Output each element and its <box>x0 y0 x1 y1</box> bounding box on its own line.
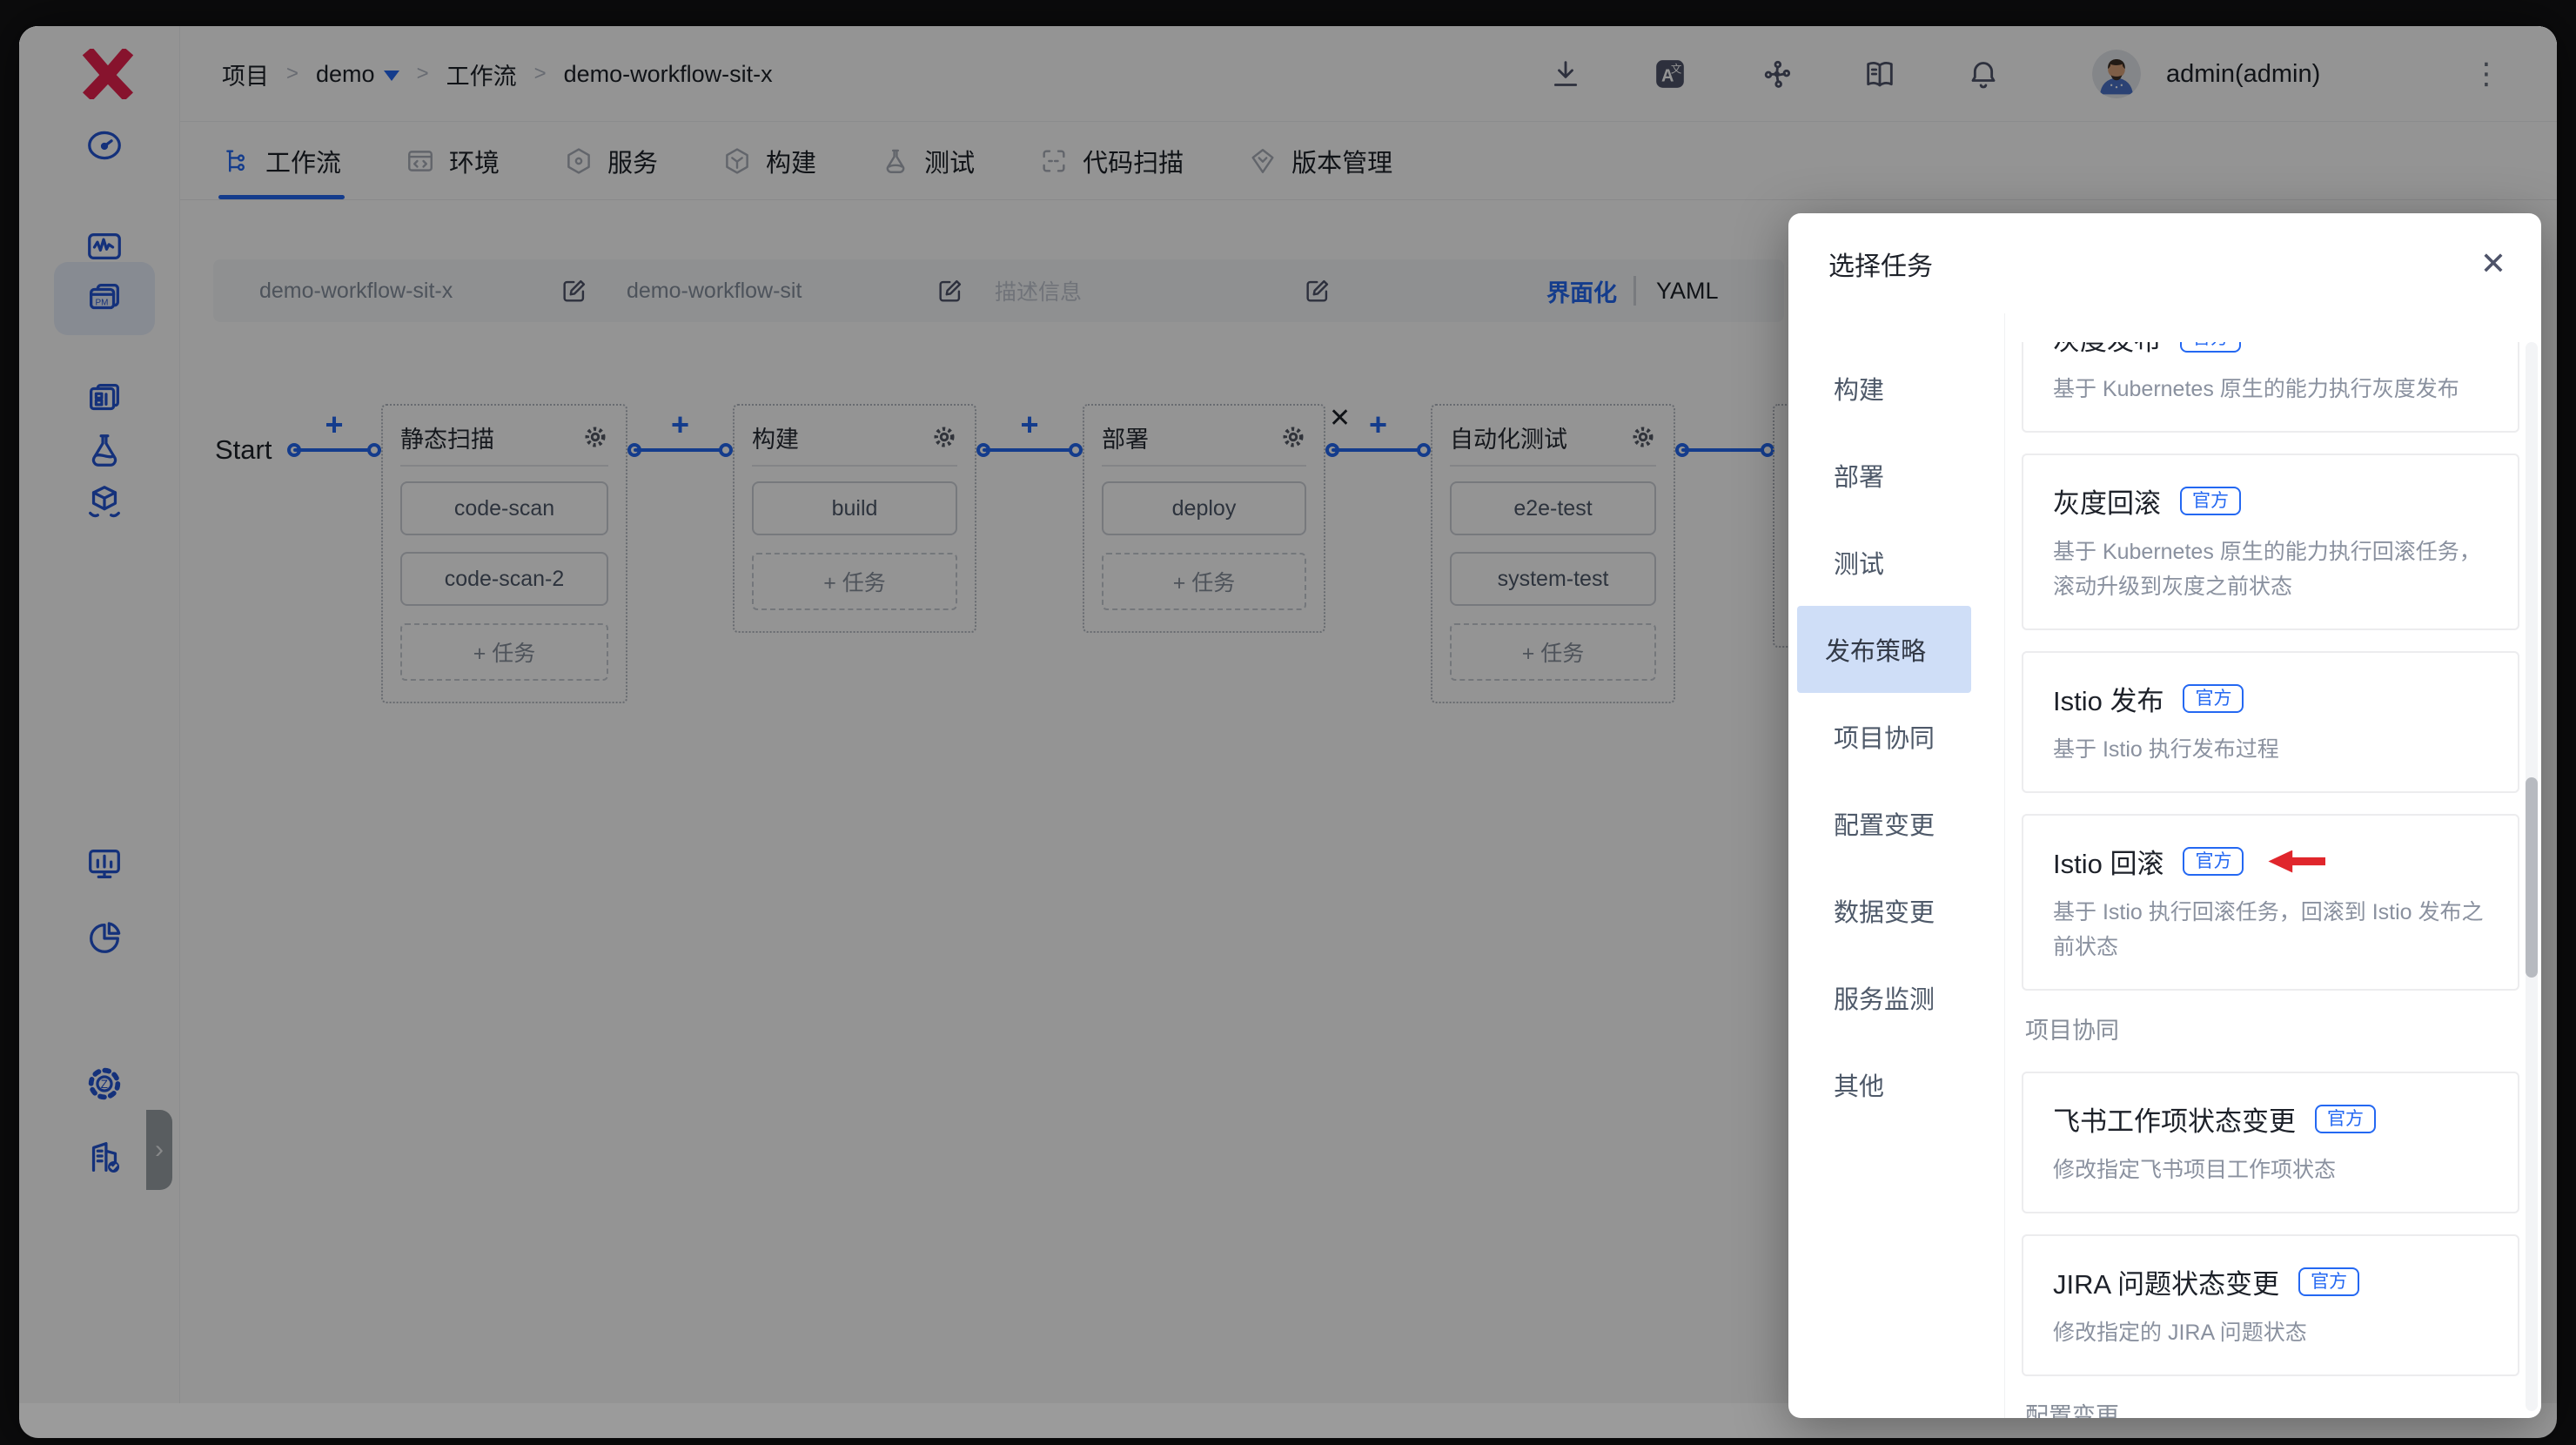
official-badge: 官方 <box>2315 1105 2376 1133</box>
panel-body: 构建部署测试发布策略项目协同配置变更数据变更服务监测其他 灰度发布官方基于 Ku… <box>1788 313 2541 1418</box>
task-card-description: 基于 Istio 执行回滚任务，回滚到 Istio 发布之前状态 <box>2053 900 2484 959</box>
task-card-title: 灰度回滚 <box>2053 488 2161 519</box>
panel-scrollbar-thumb[interactable] <box>2526 777 2538 978</box>
category-测试[interactable]: 测试 <box>1797 519 1971 606</box>
task-selection-panel: 选择任务 ✕ 构建部署测试发布策略项目协同配置变更数据变更服务监测其他 灰度发布… <box>1788 213 2541 1418</box>
official-badge: 官方 <box>2180 342 2241 353</box>
task-card-灰度发布[interactable]: 灰度发布 官方基于 Kubernetes 原生的能力执行灰度发布 <box>2022 342 2519 433</box>
official-badge: 官方 <box>2180 487 2241 515</box>
panel-header: 选择任务 ✕ <box>1788 213 2541 313</box>
category-项目协同[interactable]: 项目协同 <box>1797 693 1971 780</box>
task-card-description: 基于 Istio 执行发布过程 <box>2053 737 2279 762</box>
app-window: PM Z › 项目 > demo > 工作流 > demo-workflow-si… <box>19 26 2557 1438</box>
close-icon[interactable]: ✕ <box>2480 213 2506 313</box>
task-card-description: 基于 Kubernetes 原生的能力执行回滚任务，滚动升级到灰度之前状态 <box>2053 540 2481 599</box>
category-配置变更[interactable]: 配置变更 <box>1797 780 1971 867</box>
task-card-灰度回滚[interactable]: 灰度回滚 官方基于 Kubernetes 原生的能力执行回滚任务，滚动升级到灰度之… <box>2022 454 2519 630</box>
task-card-title: 飞书工作项状态变更 <box>2053 1106 2296 1137</box>
task-card-Istio 发布[interactable]: Istio 发布 官方基于 Istio 执行发布过程 <box>2022 651 2519 793</box>
task-card-description: 修改指定的 JIRA 问题状态 <box>2053 1321 2307 1345</box>
task-card-description: 修改指定飞书项目工作项状态 <box>2053 1158 2337 1182</box>
category-其他[interactable]: 其他 <box>1797 1041 1971 1128</box>
category-发布策略[interactable]: 发布策略 <box>1797 606 1971 693</box>
task-cards-column: 灰度发布官方基于 Kubernetes 原生的能力执行灰度发布灰度回滚官方基于 … <box>2004 313 2541 1418</box>
task-card-title: Istio 发布 <box>2053 686 2164 716</box>
category-构建[interactable]: 构建 <box>1797 345 1971 432</box>
official-badge: 官方 <box>2183 684 2244 713</box>
panel-title: 选择任务 <box>1828 252 1933 281</box>
category-数据变更[interactable]: 数据变更 <box>1797 867 1971 954</box>
task-card-JIRA 问题状态变更[interactable]: JIRA 问题状态变更 官方修改指定的 JIRA 问题状态 <box>2022 1234 2519 1376</box>
task-card-title: JIRA 问题状态变更 <box>2053 1269 2280 1300</box>
category-服务监测[interactable]: 服务监测 <box>1797 954 1971 1041</box>
official-badge: 官方 <box>2183 847 2244 876</box>
red-pointer-arrow-icon <box>2268 850 2326 873</box>
task-card-飞书工作项状态变更[interactable]: 飞书工作项状态变更 官方修改指定飞书项目工作项状态 <box>2022 1072 2519 1213</box>
official-badge: 官方 <box>2298 1267 2360 1296</box>
task-card-Istio 回滚[interactable]: Istio 回滚 官方基于 Istio 执行回滚任务，回滚到 Istio 发布之前… <box>2022 814 2519 991</box>
task-card-title: Istio 回滚 <box>2053 849 2164 879</box>
task-section-header: 项目协同 <box>2025 1018 2119 1044</box>
task-card-title: 灰度发布 <box>2053 342 2161 358</box>
task-category-menu: 构建 部署 测试 发布策略 项目协同 配置变更 数据变更 服务监测 其他 <box>1788 313 2004 1418</box>
task-cards-viewport: 灰度发布官方基于 Kubernetes 原生的能力执行灰度发布灰度回滚官方基于 … <box>2005 342 2541 1418</box>
task-card-description: 基于 Kubernetes 原生的能力执行灰度发布 <box>2053 377 2459 401</box>
panel-scrollbar-track[interactable] <box>2526 342 2538 1411</box>
task-section-header: 配置变更 <box>2025 1403 2119 1418</box>
category-部署[interactable]: 部署 <box>1797 432 1971 519</box>
